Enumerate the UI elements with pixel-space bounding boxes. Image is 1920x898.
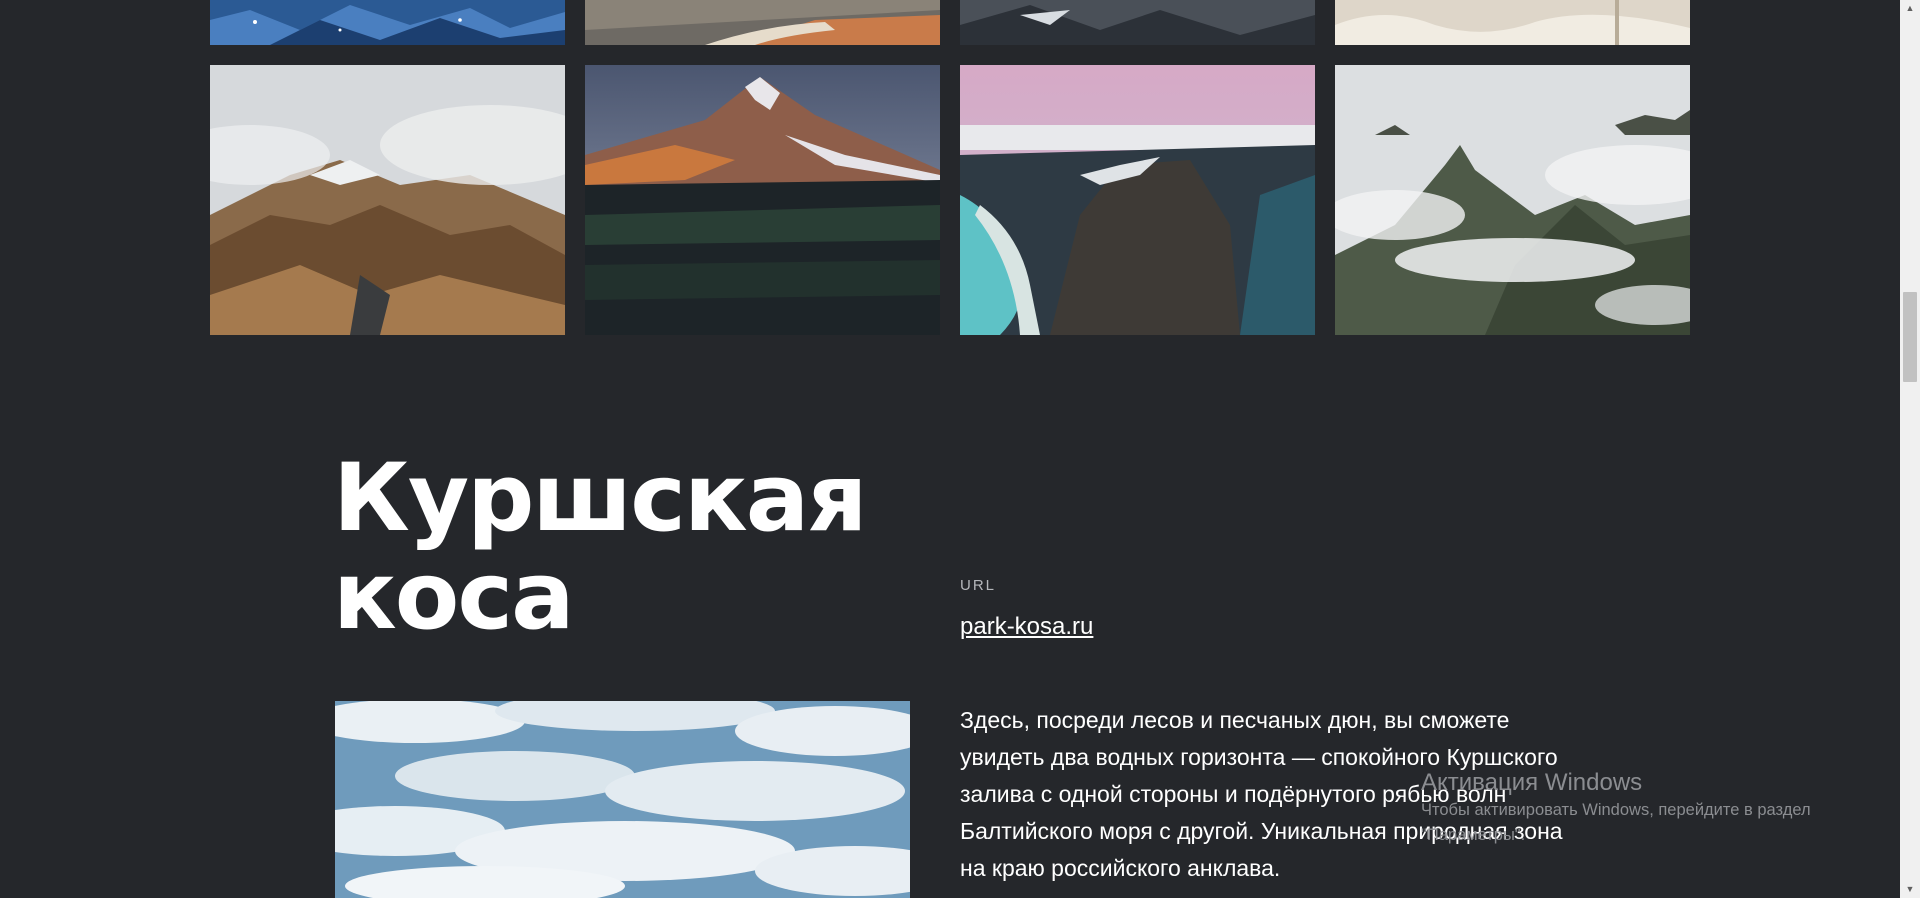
gallery-photo-misty-hills[interactable] xyxy=(210,65,565,335)
gallery-photo-volcano[interactable] xyxy=(585,65,940,335)
gallery-photo-white-rocks[interactable] xyxy=(1335,0,1690,45)
arrow-down-icon[interactable]: ▼ xyxy=(1900,881,1920,898)
url-label: URL xyxy=(960,577,997,594)
section-title-line1: Куршская xyxy=(333,444,868,553)
gallery-photo-coastal-cliff[interactable] xyxy=(960,65,1315,335)
section-title-line2: коса xyxy=(333,542,575,651)
arrow-up-icon[interactable]: ▲ xyxy=(1900,0,1920,17)
gallery-photo-beach[interactable] xyxy=(585,0,940,45)
gallery-photo-rocky-ridge[interactable] xyxy=(960,0,1315,45)
gallery-photo-ice[interactable] xyxy=(210,0,565,45)
watermark-title: Активация Windows xyxy=(1421,769,1643,796)
url-link[interactable]: park-kosa.ru xyxy=(960,613,1093,641)
section-title: Куршская коса xyxy=(333,450,868,646)
watermark-line1: Чтобы активировать Windows, перейдите в … xyxy=(1421,801,1811,819)
vertical-scrollbar[interactable]: ▲ ▼ xyxy=(1900,0,1920,898)
scrollbar-thumb[interactable] xyxy=(1903,292,1917,382)
section-photo-sky xyxy=(335,701,910,898)
watermark-line2: "Параметры". xyxy=(1421,826,1526,844)
gallery-photo-cloud-peaks[interactable] xyxy=(1335,65,1690,335)
windows-activation-watermark: Активация Windows Чтобы активировать Win… xyxy=(1421,768,1811,848)
